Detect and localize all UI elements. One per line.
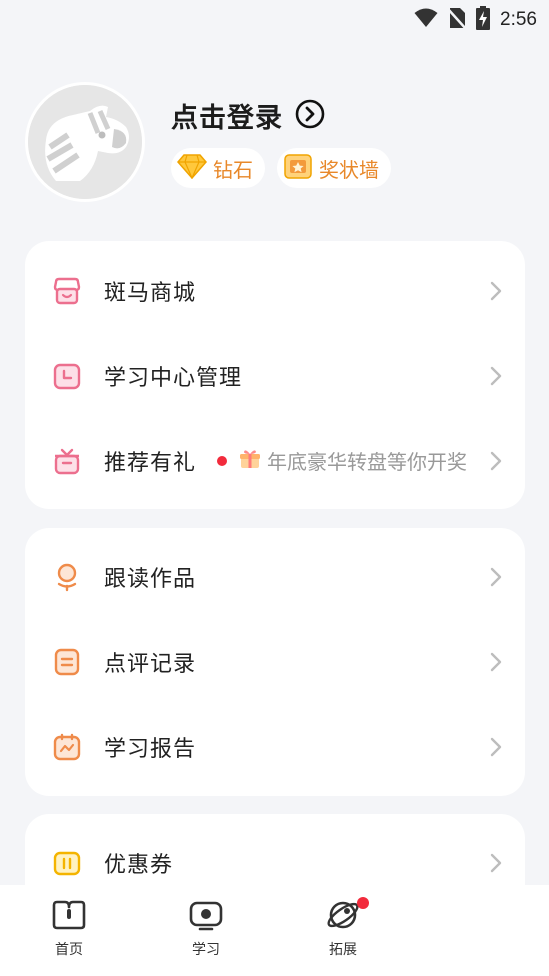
clock-calendar-icon bbox=[51, 360, 83, 392]
tab-home[interactable]: 首页 bbox=[29, 899, 109, 959]
wifi-icon bbox=[414, 8, 438, 32]
promo-text: 年底豪华转盘等你开奖 bbox=[267, 450, 467, 474]
bottom-tab-bar: 首页 学习 拓展 bbox=[0, 885, 549, 976]
shop-icon bbox=[51, 275, 83, 307]
tv-play-icon bbox=[188, 899, 224, 935]
login-button[interactable]: 点击登录 bbox=[171, 96, 325, 135]
chevron-right-icon bbox=[489, 737, 503, 757]
chevron-right-icon bbox=[489, 281, 503, 301]
certificate-icon bbox=[283, 152, 313, 184]
chevron-right-icon bbox=[489, 853, 503, 873]
zebra-avatar-icon bbox=[28, 85, 142, 199]
comment-record-icon bbox=[51, 646, 83, 678]
chevron-right-icon bbox=[489, 366, 503, 386]
certificate-wall-label: 奖状墙 bbox=[319, 157, 379, 182]
chevron-right-icon bbox=[489, 451, 503, 471]
menu-item-label: 跟读作品 bbox=[104, 566, 197, 592]
gift-box-icon bbox=[51, 445, 83, 477]
tab-label: 拓展 bbox=[329, 942, 357, 958]
coupon-icon bbox=[51, 847, 83, 879]
diamond-label: 钻石 bbox=[213, 157, 253, 182]
menu-item-referral[interactable]: 推荐有礼 年底豪华转盘等你开奖 bbox=[25, 418, 525, 503]
menu-card-1: 斑马商城 学习中心管理 推荐有礼 年底豪华转盘等你开奖 bbox=[25, 241, 525, 509]
menu-item-label: 斑马商城 bbox=[104, 280, 197, 306]
diamond-icon bbox=[177, 153, 207, 183]
tab-label: 首页 bbox=[55, 942, 83, 958]
tab-study[interactable]: 学习 bbox=[166, 899, 246, 959]
gift-emoji-icon bbox=[239, 448, 261, 474]
menu-item-label: 学习报告 bbox=[104, 736, 197, 762]
tab-explore[interactable]: 拓展 bbox=[303, 897, 383, 959]
diamond-badge[interactable]: 钻石 bbox=[171, 148, 265, 188]
profile-header: 点击登录 钻石 奖状墙 bbox=[25, 82, 525, 207]
login-label: 点击登录 bbox=[171, 103, 283, 134]
menu-item-label: 推荐有礼 bbox=[104, 450, 197, 476]
chevron-right-icon bbox=[489, 652, 503, 672]
status-time: 2:56 bbox=[500, 9, 537, 30]
referral-promo: 年底豪华转盘等你开奖 bbox=[217, 446, 467, 475]
menu-item-learning-report[interactable]: 学习报告 bbox=[25, 704, 525, 789]
menu-item-learning-center[interactable]: 学习中心管理 bbox=[25, 333, 525, 418]
menu-item-zebra-mall[interactable]: 斑马商城 bbox=[25, 248, 525, 333]
menu-item-review-records[interactable]: 点评记录 bbox=[25, 619, 525, 704]
status-bar: 2:56 bbox=[0, 0, 549, 38]
notification-dot bbox=[357, 897, 369, 909]
report-chart-icon bbox=[51, 731, 83, 763]
tab-label: 学习 bbox=[192, 942, 220, 958]
menu-item-read-along-works[interactable]: 跟读作品 bbox=[25, 534, 525, 619]
no-sim-icon bbox=[447, 7, 467, 33]
arrow-circle-right-icon bbox=[295, 99, 325, 133]
notification-dot bbox=[217, 455, 227, 466]
avatar[interactable] bbox=[25, 82, 145, 202]
menu-item-label: 学习中心管理 bbox=[104, 365, 243, 391]
menu-card-2: 跟读作品 点评记录 学习报告 bbox=[25, 528, 525, 796]
book-home-icon bbox=[51, 899, 87, 935]
certificate-wall-badge[interactable]: 奖状墙 bbox=[277, 148, 391, 188]
chevron-right-icon bbox=[489, 567, 503, 587]
microphone-icon bbox=[51, 561, 83, 593]
menu-item-label: 点评记录 bbox=[104, 651, 197, 677]
menu-item-label: 优惠券 bbox=[104, 852, 174, 878]
battery-charging-icon bbox=[476, 6, 491, 34]
planet-icon bbox=[325, 899, 361, 935]
